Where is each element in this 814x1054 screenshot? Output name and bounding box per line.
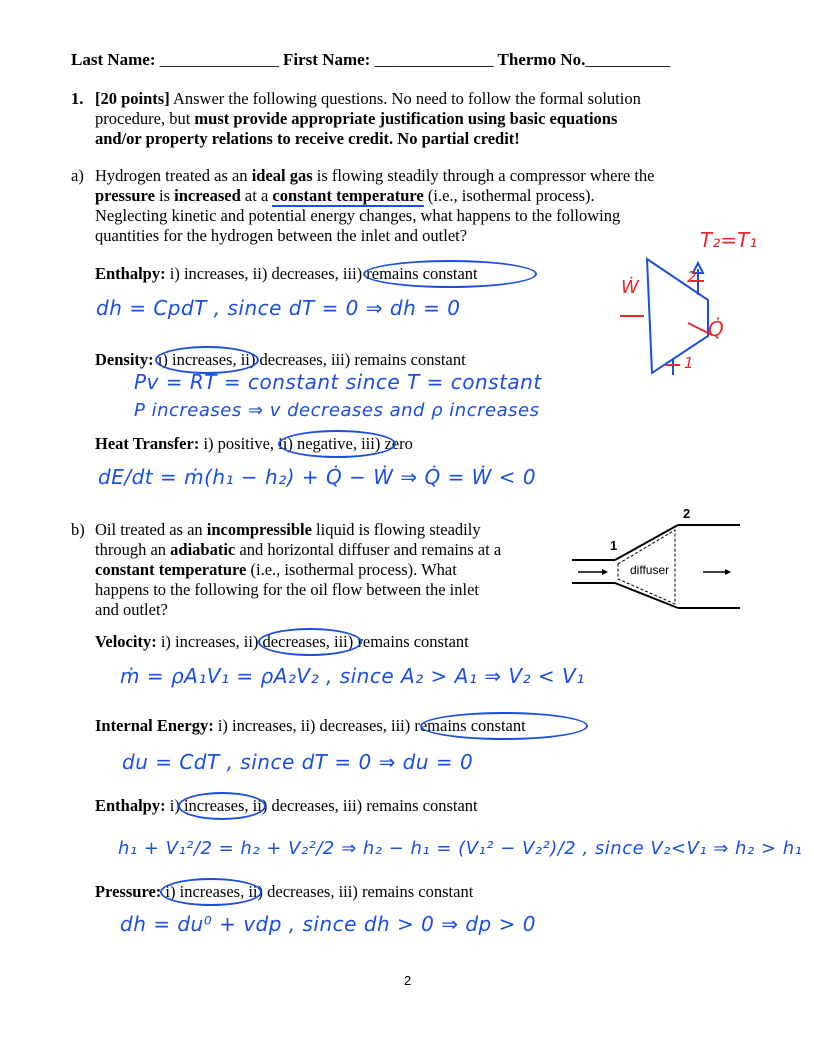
text-bold: constant temperature (95, 560, 247, 579)
text: (i.e., isothermal process). (423, 186, 595, 205)
thermo-no-label: Thermo No. (497, 50, 586, 69)
handwritten-answer: Pv = RT = constant since T = constant (134, 370, 542, 394)
compressor-sketch (620, 257, 713, 375)
handwritten-answer: du = CdT , since dT = 0 ⇒ du = 0 (122, 750, 474, 774)
text-bold: adiabatic (170, 540, 236, 559)
first-name-label: First Name: (283, 50, 371, 69)
inlet-label: 1 (684, 354, 694, 372)
state-1-label: 1 (610, 538, 618, 553)
intro-line-1: Answer the following questions. No need … (172, 89, 641, 108)
state-2-label: 2 (683, 506, 691, 521)
intro-line-2-bold: must provide appropriate justification u… (194, 109, 618, 128)
question-options[interactable]: i) positive, ii) negative, iii) zero (199, 434, 412, 453)
last-name-field[interactable]: ______________ (160, 50, 279, 69)
diffuser-label: diffuser (630, 563, 670, 577)
last-name-label: Last Name: (71, 50, 156, 69)
text: Oil treated as an (95, 520, 207, 539)
diffuser-wall-bottom (614, 582, 679, 609)
heat-label: Q̇ (708, 317, 724, 341)
question-label: Velocity: (95, 632, 157, 651)
question-b-enthalpy: Enthalpy: i) increases, ii) decreases, i… (95, 796, 478, 816)
question-options[interactable]: i) increases, ii) decreases, iii) remain… (166, 264, 478, 283)
work-label: Ẇ (621, 277, 639, 298)
handwritten-answer: ṁ = ρA₁V₁ = ρA₂V₂ , since A₂ > A₁ ⇒ V₂ <… (120, 664, 585, 688)
part-b-prompt: Oil treated as an incompressible liquid … (95, 520, 501, 620)
points-label: [20 points] (95, 89, 170, 108)
handwritten-answer: dE/dt = ṁ(h₁ − h₂) + Q̇ − Ẇ ⇒ Q̇ = Ẇ < 0 (98, 465, 537, 489)
diffuser-wall-top (614, 524, 679, 561)
thermo-no-field[interactable]: __________ (585, 50, 670, 69)
part-a-label: a) (71, 166, 84, 185)
text: happens to the following for the oil flo… (95, 580, 479, 599)
question-a-density: Density: i) increases, ii) decreases, ii… (95, 350, 466, 370)
question-a-heat-transfer: Heat Transfer: i) positive, ii) negative… (95, 434, 413, 454)
handwritten-answer: dh = CpdT , since dT = 0 ⇒ dh = 0 (96, 296, 461, 320)
question-number: 1. (71, 89, 84, 108)
first-name-field[interactable]: ______________ (375, 50, 494, 69)
part-b-label: b) (71, 520, 85, 539)
part-a-prompt: Hydrogen treated as an ideal gas is flow… (95, 166, 655, 246)
name-header: Last Name: ______________ First Name: __… (71, 50, 670, 70)
handwritten-answer: dh = du⁰ + vdp , since dh > 0 ⇒ dp > 0 (120, 912, 536, 936)
question-options[interactable]: i) increases, ii) decreases, iii) remain… (157, 632, 469, 651)
temperature-note: T₂=T₁ (700, 228, 758, 252)
text: is (154, 186, 175, 205)
text: (i.e., isothermal process). What (246, 560, 457, 579)
question-label: Internal Energy: (95, 716, 214, 735)
question-options[interactable]: i) increases, ii) decreases, iii) remain… (214, 716, 526, 735)
question-label: Heat Transfer: (95, 434, 200, 453)
question-b-internal-energy: Internal Energy: i) increases, ii) decre… (95, 716, 526, 736)
text: is flowing steadily through a compressor… (312, 166, 655, 185)
text: and horizontal diffuser and remains at a (235, 540, 502, 559)
question-label: Density: (95, 350, 154, 369)
page-number: 2 (404, 973, 412, 988)
question-label: Enthalpy: (95, 264, 166, 283)
text-bold: increased (174, 186, 241, 205)
question-options[interactable]: i) increases, ii) decreases, iii) remain… (166, 796, 478, 815)
text-bold: constant temperature (272, 186, 424, 207)
question-b-velocity: Velocity: i) increases, ii) decreases, i… (95, 632, 469, 652)
text: Neglecting kinetic and potential energy … (95, 206, 621, 225)
arrow-head (602, 569, 608, 575)
text-bold: ideal gas (251, 166, 313, 185)
text-bold: pressure (95, 186, 155, 205)
text-bold: incompressible (206, 520, 312, 539)
question-b-pressure: Pressure: i) increases, ii) decreases, i… (95, 882, 473, 902)
handwritten-answer: h₁ + V₁²/2 = h₂ + V₂²/2 ⇒ h₂ − h₁ = (V₁²… (118, 838, 803, 859)
intro-line-3-bold: and/or property relations to receive cre… (95, 129, 520, 148)
question-options[interactable]: i) increases, ii) decreases, iii) remain… (154, 350, 466, 369)
outlet-label: 2 (687, 268, 697, 286)
question-options[interactable]: i) increases, ii) decreases, iii) remain… (161, 882, 473, 901)
question-label: Pressure: (95, 882, 162, 901)
text: liquid is flowing steadily (311, 520, 481, 539)
text: through an (95, 540, 171, 559)
text: and outlet? (95, 600, 168, 619)
text: at a (240, 186, 273, 205)
handwritten-answer: P increases ⇒ v decreases and ρ increase… (134, 400, 540, 421)
question-label: Enthalpy: (95, 796, 166, 815)
text: quantities for the hydrogen between the … (95, 226, 468, 245)
question-intro: [20 points] Answer the following questio… (95, 89, 641, 149)
intro-line-2: procedure, but (95, 109, 195, 128)
question-a-enthalpy: Enthalpy: i) increases, ii) decreases, i… (95, 264, 478, 284)
arrow-head (725, 569, 731, 575)
text: Hydrogen treated as an (95, 166, 252, 185)
